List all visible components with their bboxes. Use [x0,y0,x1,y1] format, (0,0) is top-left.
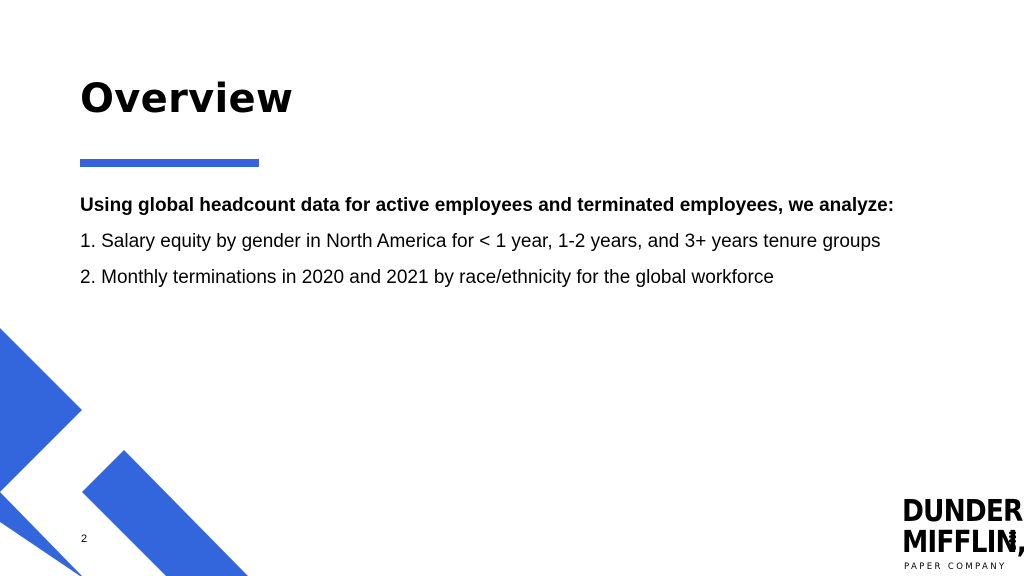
decorative-chevron-shapes [0,328,248,576]
decorative-stripe-lower-left [0,492,82,576]
list-item: 1. Salary equity by gender in North Amer… [80,231,881,252]
title-accent-bar [80,159,259,167]
list-item: 2. Monthly terminations in 2020 and 2021… [80,267,774,288]
page-number: 2 [81,533,88,545]
logo-line-1: DUNDER [902,494,1023,529]
slide-title: Overview [80,76,294,122]
intro-text: Using global headcount data for active e… [80,195,895,216]
company-logo: DUNDER MIFFLIN, INC PAPER COMPANY [902,497,1024,575]
slide: Overview Using global headcount data for… [0,0,1024,576]
decorative-chevron-upper [0,328,82,492]
decorative-stripe-lower-right [82,450,248,576]
logo-inc: INC [1006,531,1017,551]
logo-tagline: PAPER COMPANY [904,562,1007,572]
